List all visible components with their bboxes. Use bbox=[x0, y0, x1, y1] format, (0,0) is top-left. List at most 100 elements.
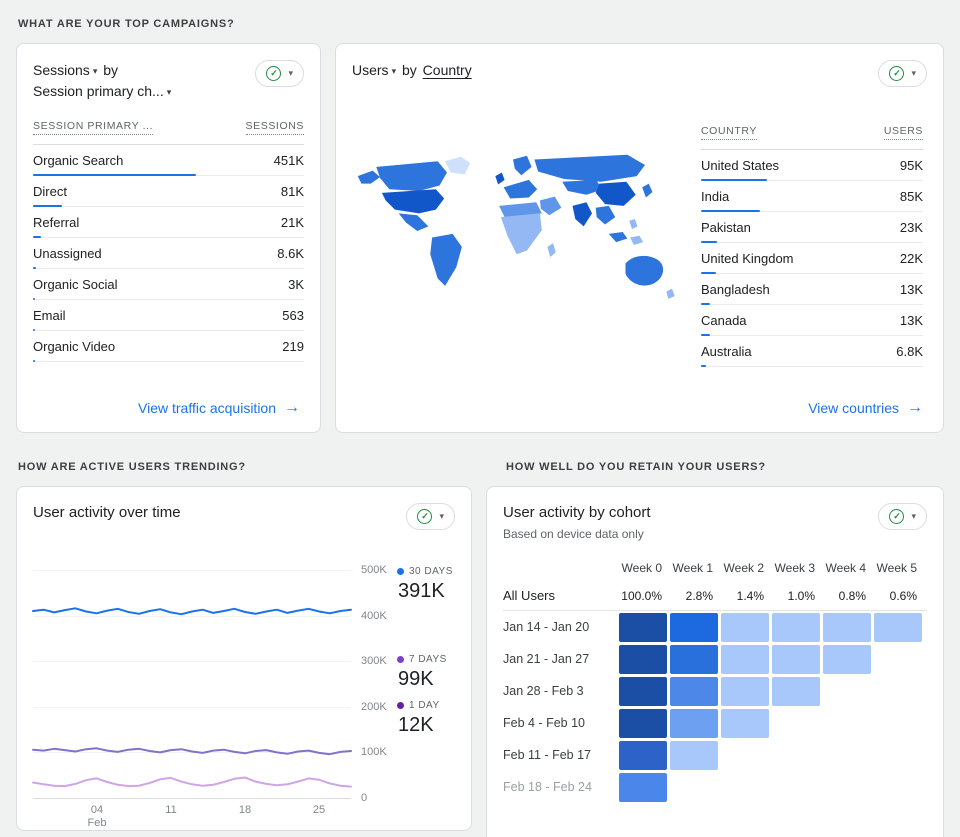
legend-item-1-day: 1 DAY 12K bbox=[397, 700, 440, 736]
card-header: Users ▾ by Country ✓ ▾ bbox=[336, 44, 943, 87]
column-header-dimension[interactable]: SESSION PRIMARY ... bbox=[33, 120, 154, 135]
cohort-cell bbox=[721, 676, 769, 706]
legend-item-30-days: 30 DAYS 391K bbox=[397, 566, 453, 602]
x-tick-label: 25 bbox=[312, 804, 326, 816]
table-row: Direct 81K bbox=[33, 176, 304, 207]
row-label: Australia bbox=[701, 343, 752, 359]
top-cards-row: Sessions ▾ by Session primary ch... ▾ ✓ ▾ … bbox=[16, 43, 944, 433]
row-label: United States bbox=[701, 157, 780, 173]
cohort-cell bbox=[619, 612, 667, 642]
y-tick-label: 500K bbox=[361, 564, 387, 576]
check-circle-icon: ✓ bbox=[266, 66, 282, 81]
y-tick-label: 100K bbox=[361, 746, 387, 759]
check-circle-icon: ✓ bbox=[417, 509, 433, 524]
all-users-value: 0.8% bbox=[838, 588, 866, 603]
week-header: Week 4 bbox=[825, 561, 866, 575]
cohort-cell bbox=[619, 708, 667, 738]
section-title-trending: HOW ARE ACTIVE USERS TRENDING? bbox=[18, 461, 246, 473]
axis-baseline bbox=[33, 798, 351, 799]
map-region-usa bbox=[381, 188, 445, 213]
cohort-cell bbox=[721, 612, 769, 642]
data-quality-button[interactable]: ✓ ▾ bbox=[878, 503, 927, 530]
value-bar bbox=[33, 360, 35, 362]
card-title-block: User activity by cohort Based on device … bbox=[503, 503, 651, 541]
series-dot-icon bbox=[397, 702, 404, 709]
dimension-selector[interactable]: Country bbox=[423, 62, 472, 78]
table-row: Australia 6.8K bbox=[701, 336, 923, 367]
table-row: Unassigned 8.6K bbox=[33, 238, 304, 269]
view-countries-link[interactable]: View countries → bbox=[808, 400, 923, 417]
all-users-value: 2.8% bbox=[685, 588, 713, 603]
activity-chart: 500K 400K 300K 200K 100K 0 30 DAYS 391K … bbox=[17, 564, 471, 804]
card-header: User activity by cohort Based on device … bbox=[487, 487, 943, 541]
column-header-metric[interactable]: USERS bbox=[883, 125, 923, 140]
cohort-row: Jan 21 - Jan 27 bbox=[503, 643, 927, 675]
by-label: by bbox=[401, 62, 417, 78]
legend-value: 391K bbox=[398, 580, 445, 602]
cohort-row: Jan 28 - Feb 3 bbox=[503, 675, 927, 707]
row-label: Jan 21 - Jan 27 bbox=[503, 652, 590, 666]
section-title-campaigns: WHAT ARE YOUR TOP CAMPAIGNS? bbox=[18, 18, 235, 30]
row-label: Referral bbox=[33, 214, 80, 230]
map-region-new-zealand bbox=[666, 288, 675, 299]
cohort-cell bbox=[670, 740, 718, 770]
cohort-cell bbox=[670, 708, 718, 738]
cohort-cell bbox=[772, 644, 820, 674]
map-region-uk bbox=[495, 171, 505, 185]
card-header: User activity over time ✓ ▾ bbox=[17, 487, 471, 530]
chevron-down-icon: ▾ bbox=[391, 66, 397, 76]
row-label: Organic Social bbox=[33, 276, 118, 292]
cohort-cell bbox=[874, 612, 922, 642]
cohort-cell bbox=[619, 676, 667, 706]
row-value: 13K bbox=[899, 281, 923, 297]
data-quality-button[interactable]: ✓ ▾ bbox=[878, 60, 927, 87]
map-region-south-america bbox=[430, 233, 462, 286]
data-quality-button[interactable]: ✓ ▾ bbox=[255, 60, 304, 87]
view-traffic-acquisition-link[interactable]: View traffic acquisition → bbox=[138, 400, 300, 417]
cohort-cell bbox=[772, 676, 820, 706]
row-value: 451K bbox=[273, 152, 304, 168]
data-quality-button[interactable]: ✓ ▾ bbox=[406, 503, 455, 530]
legend-item-7-days: 7 DAYS 99K bbox=[397, 654, 447, 690]
row-label: United Kingdom bbox=[701, 250, 794, 266]
value-bar bbox=[701, 365, 706, 367]
cohort-cell bbox=[721, 708, 769, 738]
table-header: SESSION PRIMARY ... SESSIONS bbox=[33, 112, 304, 145]
table-header: COUNTRY USERS bbox=[701, 117, 923, 150]
card-title: User activity over time bbox=[33, 504, 181, 521]
all-users-value: 0.6% bbox=[889, 588, 917, 603]
check-circle-icon: ✓ bbox=[889, 509, 905, 524]
map-region-alaska bbox=[357, 170, 381, 184]
dimension-selector[interactable]: Session primary ch... ▾ bbox=[33, 83, 171, 99]
week-header: Week 3 bbox=[774, 561, 815, 575]
cohort-cell bbox=[721, 644, 769, 674]
table-row: Canada 13K bbox=[701, 305, 923, 336]
map-region-africa bbox=[500, 212, 542, 254]
row-label: Organic Search bbox=[33, 152, 124, 168]
chevron-down-icon: ▾ bbox=[288, 68, 293, 78]
map-region-indonesia bbox=[608, 231, 628, 242]
x-tick-label: 18 bbox=[238, 804, 252, 816]
row-value: 3K bbox=[288, 276, 304, 292]
table-row: Pakistan 23K bbox=[701, 212, 923, 243]
user-activity-card: User activity over time ✓ ▾ 500K 400K 30… bbox=[16, 486, 472, 831]
chevron-down-icon: ▾ bbox=[911, 511, 916, 521]
row-label: Direct bbox=[33, 183, 67, 199]
cohort-cell bbox=[670, 644, 718, 674]
metric-selector[interactable]: Sessions ▾ bbox=[33, 62, 97, 78]
cohort-row: Feb 4 - Feb 10 bbox=[503, 707, 927, 739]
row-value: 6.8K bbox=[896, 343, 923, 359]
row-label: Feb 11 - Feb 17 bbox=[503, 748, 592, 762]
map-card-body: COUNTRY USERS United States 95K India 85K … bbox=[336, 87, 943, 388]
check-circle-icon: ✓ bbox=[889, 66, 905, 81]
line-chart-plot bbox=[32, 570, 352, 799]
week-header: Week 5 bbox=[876, 561, 917, 575]
metric-selector[interactable]: Users ▾ bbox=[352, 62, 396, 78]
row-label: All Users bbox=[503, 588, 556, 603]
column-header-dimension[interactable]: COUNTRY bbox=[701, 125, 757, 140]
column-header-metric[interactable]: SESSIONS bbox=[245, 120, 304, 135]
table-row: United States 95K bbox=[701, 150, 923, 181]
countries-table: COUNTRY USERS United States 95K India 85K … bbox=[701, 117, 923, 388]
row-label: Canada bbox=[701, 312, 747, 328]
cohort-cell bbox=[772, 612, 820, 642]
